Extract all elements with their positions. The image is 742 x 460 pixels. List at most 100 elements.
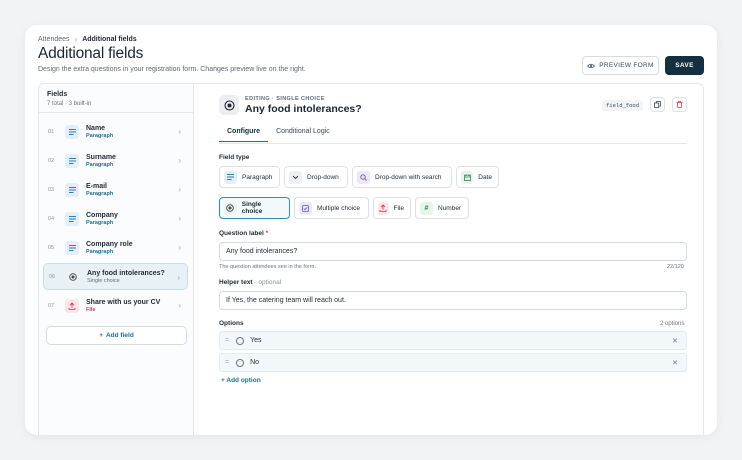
type-option-single-choice[interactable]: Single choice bbox=[219, 197, 290, 219]
chevron-right-icon: › bbox=[178, 214, 181, 223]
breadcrumb: Attendees › Additional fields bbox=[38, 35, 137, 44]
trash-icon bbox=[676, 101, 683, 108]
options-heading: Options bbox=[219, 320, 244, 327]
item-name: Name bbox=[86, 124, 106, 132]
plus-icon: + bbox=[99, 332, 103, 339]
item-type: Paragraph bbox=[86, 219, 114, 226]
chevron-right-icon: › bbox=[178, 156, 181, 165]
sidebar-item-name[interactable]: 01 Name Paragraph › bbox=[43, 118, 188, 145]
item-name: Any food intolerances? bbox=[87, 269, 165, 277]
sidebar-item-cv[interactable]: 07 Share with us your CV File › bbox=[43, 292, 188, 319]
item-name: Share with us your CV bbox=[86, 298, 161, 306]
type-option-multiple-choice[interactable]: Multiple choice bbox=[294, 197, 369, 219]
item-type: Paragraph bbox=[86, 161, 114, 168]
sidebar-item-company[interactable]: 04 Company Paragraph › bbox=[43, 205, 188, 232]
radio-icon bbox=[224, 201, 237, 215]
divider bbox=[39, 112, 193, 113]
option-row[interactable]: = Yes ✕ bbox=[219, 331, 687, 350]
question-char-count: 22/120 bbox=[667, 264, 684, 270]
type-option-label: Number bbox=[438, 204, 462, 212]
type-option-dropdown[interactable]: Drop-down bbox=[284, 166, 348, 188]
editor-tabs: Configure Conditional Logic bbox=[219, 128, 338, 142]
helper-text-label: Helper text bbox=[219, 279, 253, 286]
question-label-text: Question label bbox=[219, 230, 264, 237]
radio-icon bbox=[219, 95, 239, 115]
type-option-label: Date bbox=[478, 173, 492, 181]
preview-form-button[interactable]: PREVIEW FORM bbox=[582, 56, 659, 75]
chevron-right-icon: › bbox=[178, 185, 181, 194]
type-option-label: Drop-down bbox=[307, 173, 339, 181]
breadcrumb-parent[interactable]: Attendees bbox=[38, 36, 70, 43]
copy-icon bbox=[654, 101, 661, 108]
item-type: Paragraph bbox=[86, 132, 114, 139]
sidebar-summary: 7 total · 3 built-in bbox=[47, 101, 92, 107]
item-name: Surname bbox=[86, 153, 116, 161]
page-title: Additional fields bbox=[38, 45, 144, 62]
type-option-dropdown-search[interactable]: Drop-down with search bbox=[352, 166, 452, 188]
type-option-number[interactable]: # Number bbox=[415, 197, 469, 219]
type-option-paragraph[interactable]: Paragraph bbox=[219, 166, 280, 188]
options-count: 2 options bbox=[660, 321, 685, 327]
type-option-label: Multiple choice bbox=[317, 204, 360, 212]
item-number: 01 bbox=[48, 128, 55, 135]
type-option-label: Drop-down with search bbox=[375, 173, 442, 181]
divider bbox=[219, 143, 687, 144]
close-icon[interactable]: ✕ bbox=[672, 337, 678, 345]
radio-icon bbox=[236, 336, 245, 345]
helper-text-heading: Helper text · optional bbox=[219, 279, 281, 286]
app-card: Attendees › Additional fields Additional… bbox=[25, 25, 717, 435]
paragraph-icon bbox=[65, 124, 79, 139]
chevron-right-icon: › bbox=[74, 35, 78, 44]
tab-conditional-logic[interactable]: Conditional Logic bbox=[268, 128, 338, 142]
checkbox-icon bbox=[299, 201, 312, 215]
sidebar-item-company-role[interactable]: 05 Company role Paragraph › bbox=[43, 234, 188, 261]
sidebar-item-surname[interactable]: 02 Surname Paragraph › bbox=[43, 147, 188, 174]
item-number: 07 bbox=[48, 302, 55, 309]
paragraph-icon bbox=[65, 211, 79, 226]
breadcrumb-current: Additional fields bbox=[82, 36, 137, 43]
editor-kicker: EDITING · SINGLE CHOICE bbox=[245, 96, 325, 102]
type-option-file[interactable]: File bbox=[373, 197, 411, 219]
drag-handle-icon[interactable]: = bbox=[225, 337, 229, 344]
option-row[interactable]: = No ✕ bbox=[219, 353, 687, 372]
calendar-icon bbox=[461, 170, 474, 184]
option-label[interactable]: No bbox=[250, 359, 259, 366]
add-field-button[interactable]: + Add field bbox=[46, 326, 187, 345]
helper-text-input[interactable]: If Yes, the catering team will reach out… bbox=[219, 291, 687, 310]
optional-tag: · optional bbox=[254, 279, 282, 286]
item-name: E-mail bbox=[86, 182, 108, 190]
sidebar-item-food-intolerances[interactable]: 06 Any food intolerances? Single choice › bbox=[43, 263, 188, 290]
type-option-label: File bbox=[393, 204, 404, 212]
radio-icon bbox=[236, 358, 245, 367]
item-type: File bbox=[86, 306, 96, 313]
radio-icon bbox=[66, 269, 80, 284]
upload-icon bbox=[65, 298, 79, 313]
item-name: Company bbox=[86, 211, 118, 219]
paragraph-icon bbox=[65, 182, 79, 197]
item-name: Company role bbox=[86, 240, 133, 248]
required-mark: * bbox=[265, 230, 269, 237]
search-icon bbox=[357, 170, 370, 184]
close-icon[interactable]: ✕ bbox=[672, 359, 678, 367]
item-number: 02 bbox=[48, 157, 55, 164]
drag-handle-icon[interactable]: = bbox=[225, 359, 229, 366]
chevron-right-icon: › bbox=[178, 301, 181, 310]
question-label-heading: Question label * bbox=[219, 230, 268, 237]
delete-button[interactable] bbox=[672, 97, 687, 112]
tab-configure[interactable]: Configure bbox=[219, 128, 269, 142]
question-label-input[interactable]: Any food intolerances? bbox=[219, 242, 687, 261]
type-option-date[interactable]: Date bbox=[456, 166, 499, 188]
add-option-button[interactable]: + Add option bbox=[221, 377, 261, 384]
item-number: 03 bbox=[48, 186, 55, 193]
hash-icon: # bbox=[420, 201, 433, 215]
paragraph-icon bbox=[65, 240, 79, 255]
upload-icon bbox=[378, 201, 389, 215]
eye-icon bbox=[587, 63, 596, 68]
duplicate-button[interactable] bbox=[650, 97, 665, 112]
option-label[interactable]: Yes bbox=[250, 337, 261, 344]
sidebar-item-email[interactable]: 03 E-mail Paragraph › bbox=[43, 176, 188, 203]
save-button[interactable]: SAVE bbox=[665, 56, 704, 75]
chevron-right-icon: › bbox=[177, 273, 180, 282]
chevron-right-icon: › bbox=[178, 243, 181, 252]
add-option-label: Add option bbox=[226, 377, 261, 384]
